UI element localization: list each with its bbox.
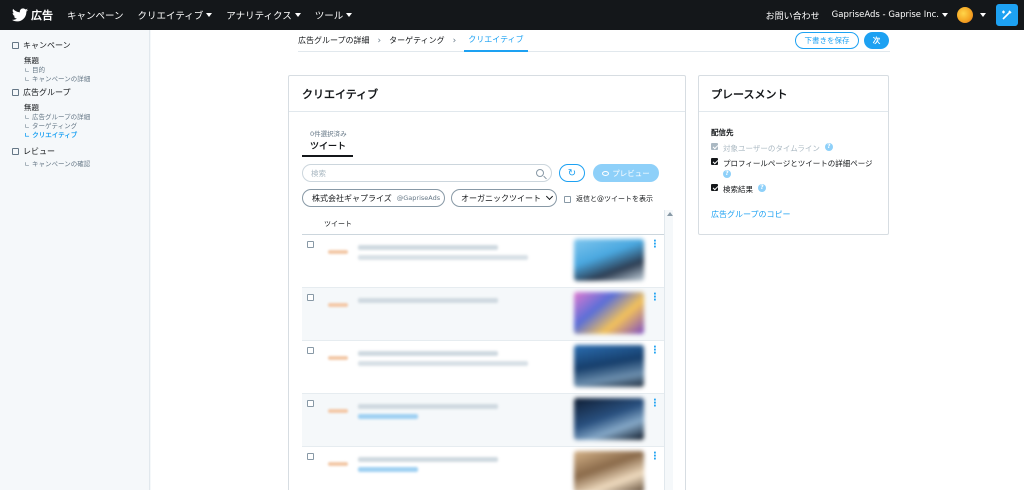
eye-icon bbox=[602, 170, 610, 176]
row-checkbox[interactable] bbox=[307, 347, 314, 354]
nav-campaigns[interactable]: キャンペーン bbox=[67, 8, 124, 22]
more-options-icon[interactable]: · · · bbox=[653, 343, 657, 359]
checkbox bbox=[711, 143, 718, 150]
sidebar-item-campaign-review[interactable]: ㄴ キャンペーンの確認 bbox=[24, 160, 149, 169]
account-logo bbox=[328, 462, 348, 466]
sidebar-item-adgroup-details[interactable]: ㄴ 広告グループの詳細 bbox=[24, 113, 149, 122]
preview-button[interactable]: プレビュー bbox=[593, 164, 659, 182]
avatar[interactable] bbox=[957, 7, 973, 23]
more-options-icon[interactable]: · · · bbox=[653, 449, 657, 465]
chevron-down-icon bbox=[346, 13, 353, 17]
ads-logo[interactable]: 広告 bbox=[12, 7, 53, 23]
scrollbar[interactable] bbox=[664, 210, 673, 490]
tweet-media-thumbnail bbox=[574, 398, 644, 440]
table-row[interactable]: · · · bbox=[302, 447, 673, 490]
selected-count: 0件選択済み bbox=[310, 130, 347, 138]
table-row[interactable]: · · · bbox=[302, 235, 673, 288]
refresh-button[interactable]: ↻ bbox=[559, 164, 585, 182]
sidebar-adgroup-name: 無題 bbox=[24, 103, 39, 112]
placement-panel: プレースメント 配信先 対象ユーザーのタイムライン ? プロフィールページとツイ… bbox=[698, 75, 889, 235]
help-icon[interactable]: ? bbox=[758, 184, 766, 192]
tab-tweets[interactable]: ツイート bbox=[302, 138, 354, 157]
search-icon bbox=[536, 169, 544, 177]
sidebar: キャンペーン 無題 ㄴ 目的 ㄴ キャンペーンの詳細 広告グループ 無題 ㄴ 広… bbox=[0, 30, 150, 490]
account-logo bbox=[328, 356, 348, 360]
sidebar-item-campaign-details[interactable]: ㄴ キャンペーンの詳細 bbox=[24, 75, 149, 84]
checkbox[interactable] bbox=[564, 195, 571, 203]
placement-option-timeline: 対象ユーザーのタイムライン ? bbox=[711, 143, 833, 154]
nav-analytics[interactable]: アナリティクス bbox=[226, 8, 301, 22]
refresh-icon: ↻ bbox=[567, 167, 577, 179]
folder-icon bbox=[12, 89, 19, 96]
sidebar-campaign-name: 無題 bbox=[24, 56, 39, 65]
search-placeholder: 検索 bbox=[311, 168, 326, 178]
next-button[interactable]: 次 bbox=[864, 32, 889, 49]
copy-adgroup-link[interactable]: 広告グループのコピー bbox=[711, 209, 791, 220]
account-filter[interactable]: 株式会社ギャプライズ @GapriseAds bbox=[302, 189, 445, 207]
sidebar-section-campaign[interactable]: キャンペーン bbox=[12, 40, 149, 51]
account-switcher[interactable]: GapriseAds - Gaprise Inc. bbox=[832, 10, 948, 20]
twitter-bird-icon bbox=[12, 8, 28, 22]
placement-option-search[interactable]: 検索結果 ? bbox=[711, 184, 766, 195]
sidebar-item-creative[interactable]: ㄴ クリエイティブ bbox=[24, 131, 149, 140]
chevron-down-icon bbox=[294, 13, 301, 17]
more-options-icon[interactable]: · · · bbox=[653, 237, 657, 253]
top-nav: 広告 キャンペーン クリエイティブ アナリティクス ツール お問い合わせ Gap… bbox=[0, 0, 1024, 30]
panel-title: プレースメント bbox=[699, 76, 888, 112]
tweet-media-thumbnail bbox=[574, 239, 644, 281]
chevron-down-icon bbox=[206, 13, 213, 17]
row-checkbox[interactable] bbox=[307, 241, 314, 248]
search-input[interactable]: 検索 bbox=[302, 164, 552, 182]
table-row[interactable]: · · · bbox=[302, 341, 673, 394]
brand-label: 広告 bbox=[31, 9, 53, 22]
column-header: ツイート bbox=[302, 213, 673, 235]
nav-tools[interactable]: ツール bbox=[315, 8, 353, 22]
sidebar-item-objective[interactable]: ㄴ 目的 bbox=[24, 66, 149, 75]
tweet-media-thumbnail bbox=[574, 292, 644, 334]
help-icon[interactable]: ? bbox=[723, 170, 731, 178]
more-options-icon[interactable]: · · · bbox=[653, 396, 657, 412]
sidebar-section-adgroup[interactable]: 広告グループ bbox=[12, 87, 149, 98]
crumb-targeting[interactable]: ターゲティング bbox=[389, 35, 453, 46]
row-checkbox[interactable] bbox=[307, 400, 314, 407]
chevron-right-icon: › bbox=[452, 35, 457, 46]
chevron-right-icon: › bbox=[377, 35, 382, 46]
checkbox[interactable] bbox=[711, 184, 718, 191]
table-row[interactable]: · · · bbox=[302, 394, 673, 447]
folder-icon bbox=[12, 42, 19, 49]
compose-tweet-button[interactable] bbox=[996, 4, 1018, 26]
placement-label: 配信先 bbox=[711, 128, 734, 137]
sidebar-item-targeting[interactable]: ㄴ ターゲティング bbox=[24, 122, 149, 131]
scroll-up-icon[interactable] bbox=[667, 212, 673, 216]
save-draft-button[interactable]: 下書きを保存 bbox=[795, 32, 859, 49]
row-checkbox[interactable] bbox=[307, 453, 314, 460]
account-logo bbox=[328, 250, 348, 254]
checkbox[interactable] bbox=[711, 158, 718, 165]
contact-link[interactable]: お問い合わせ bbox=[766, 9, 820, 22]
compose-icon bbox=[1002, 10, 1012, 20]
placement-option-profile[interactable]: プロフィールページとツイートの詳細ページ bbox=[711, 158, 873, 169]
chevron-down-icon[interactable] bbox=[980, 13, 986, 17]
folder-icon bbox=[12, 148, 19, 155]
tweet-table: ツイート · · · · · · · · · · · · · · · bbox=[302, 213, 673, 490]
show-replies-toggle[interactable]: 返信と@ツイートを表示 bbox=[564, 194, 653, 204]
panel-title: クリエイティブ bbox=[289, 76, 685, 112]
nav-creatives[interactable]: クリエイティブ bbox=[138, 8, 213, 22]
sidebar-section-review[interactable]: レビュー bbox=[12, 146, 149, 157]
chevron-down-icon bbox=[942, 13, 948, 17]
tweet-media-thumbnail bbox=[574, 345, 644, 387]
chevron-down-icon bbox=[545, 192, 554, 201]
account-logo bbox=[328, 409, 348, 413]
tweet-type-dropdown[interactable]: オーガニックツイート bbox=[451, 189, 557, 207]
creative-panel: クリエイティブ 0件選択済み ツイート 検索 ↻ プレビュー 株式会社ギャプライ… bbox=[288, 75, 686, 490]
main-content: 広告グループの詳細 › ターゲティング › クリエイティブ 下書きを保存 次 ク… bbox=[151, 30, 1024, 490]
table-row[interactable]: · · · bbox=[302, 288, 673, 341]
row-checkbox[interactable] bbox=[307, 294, 314, 301]
help-icon[interactable]: ? bbox=[824, 143, 833, 151]
crumb-creative[interactable]: クリエイティブ bbox=[464, 30, 528, 52]
crumb-adgroup-details[interactable]: 広告グループの詳細 bbox=[298, 35, 378, 46]
tweet-media-thumbnail bbox=[574, 451, 644, 490]
more-options-icon[interactable]: · · · bbox=[653, 290, 657, 306]
account-logo bbox=[328, 303, 348, 307]
